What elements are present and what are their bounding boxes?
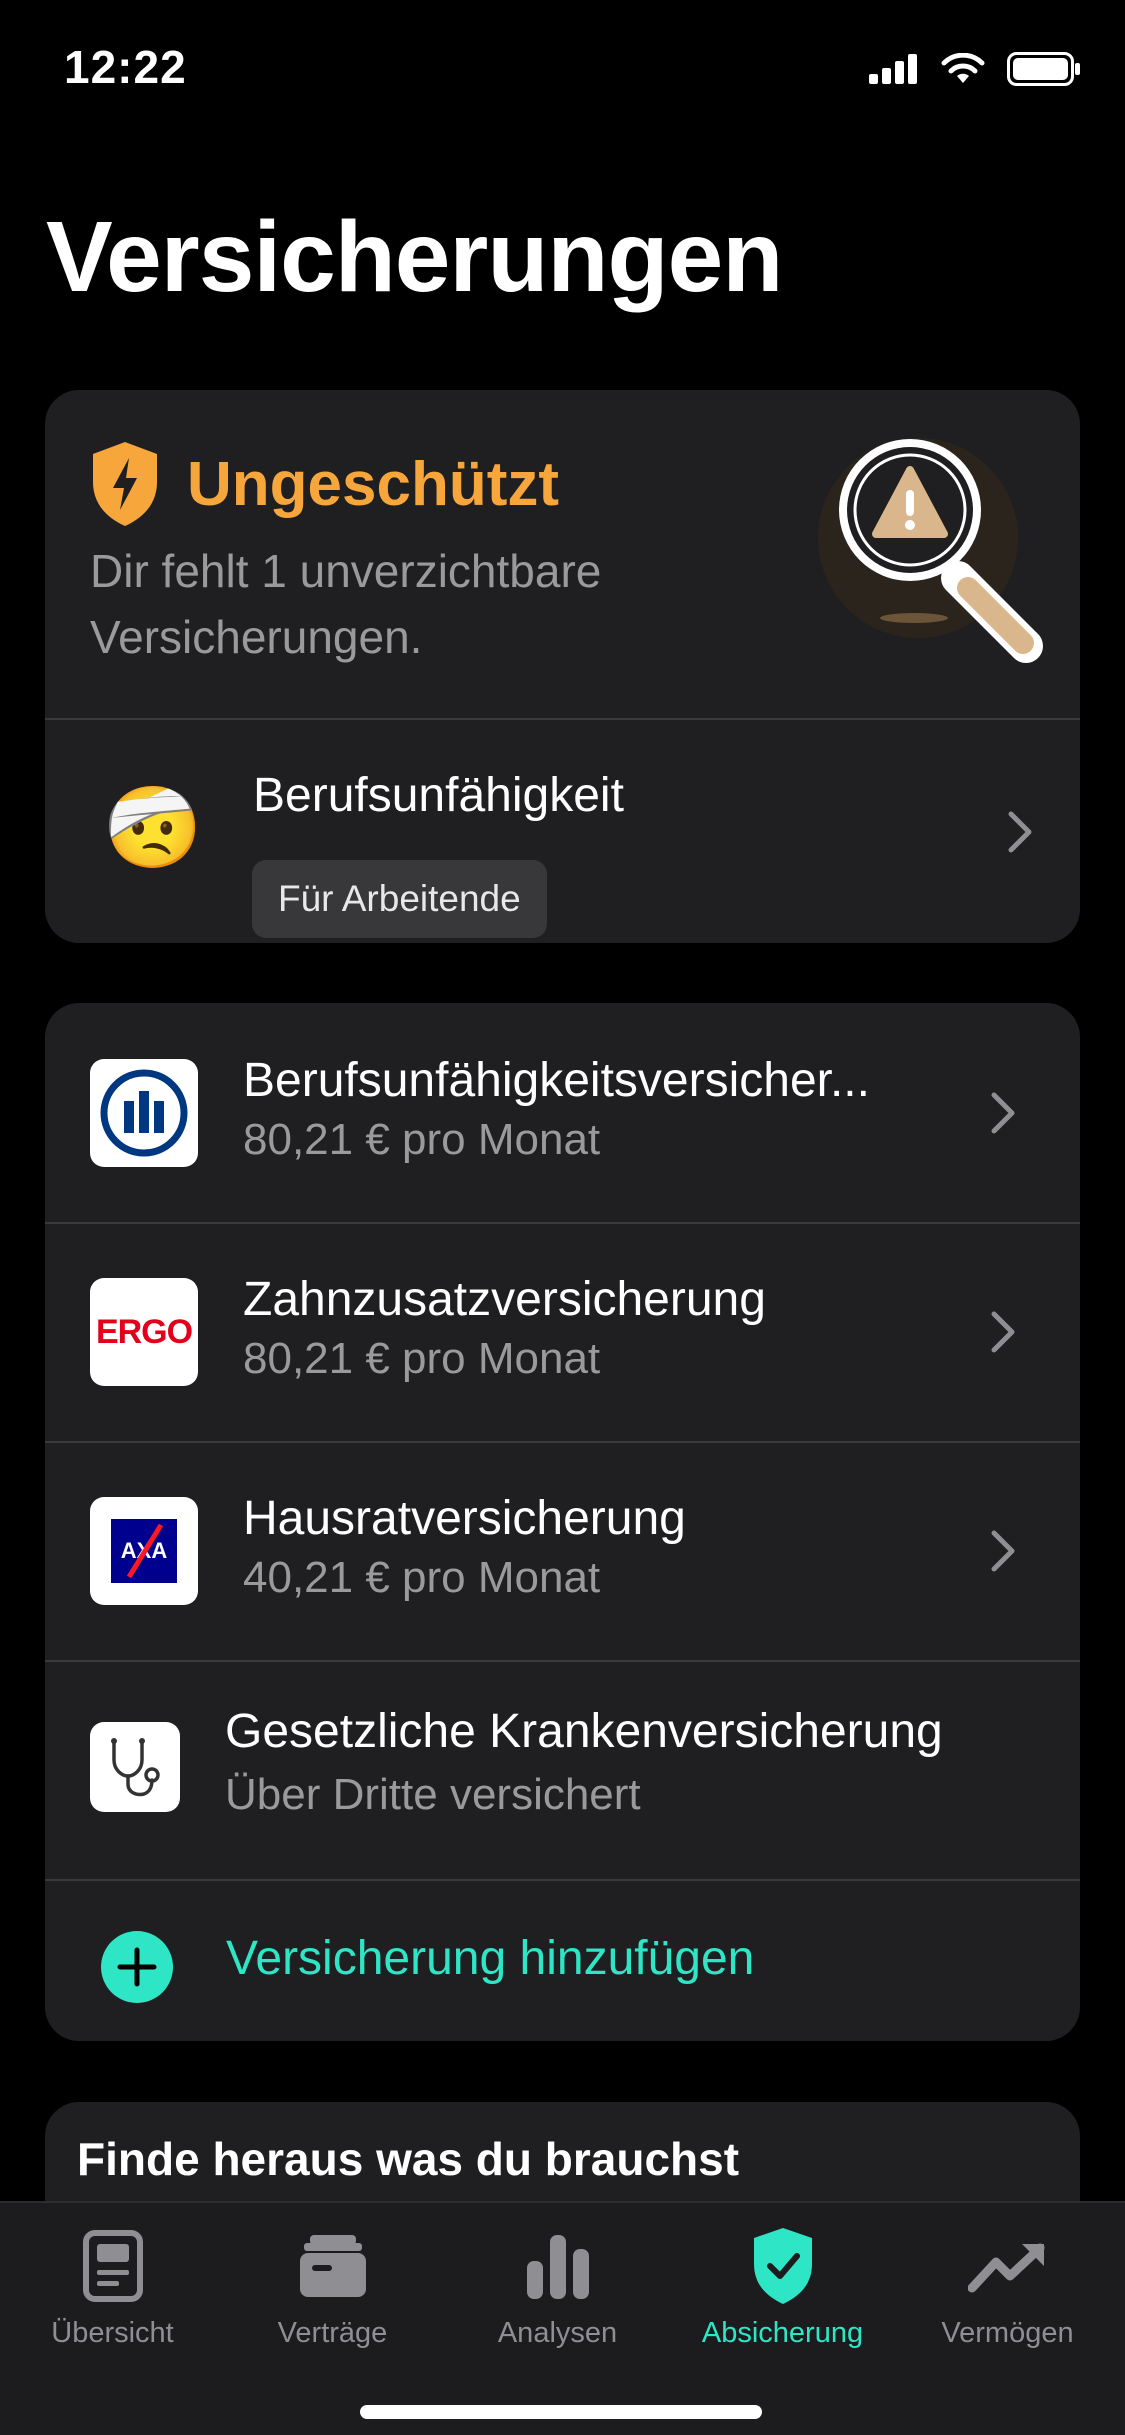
app-screen: 12:22 Versicherungen Ungeschützt Dir feh… (0, 0, 1125, 2435)
insurance-row-berufsunfaehigkeit[interactable]: Berufsunfähigkeitsversicher... 80,21 € p… (45, 1003, 1080, 1222)
protection-description: Dir fehlt 1 unverzichtbare Versicherunge… (90, 545, 602, 663)
status-time: 12:22 (64, 41, 187, 93)
insurance-row-hausrat[interactable]: AXA Hausratversicherung 40,21 € pro Mona… (45, 1441, 1080, 1660)
tab-vertraege[interactable]: Verträge (220, 2221, 445, 2350)
axa-logo: AXA (90, 1497, 198, 1605)
page-title: Versicherungen (46, 201, 783, 313)
overview-icon (82, 2230, 143, 2302)
insurance-row-krankenversicherung[interactable]: Gesetzliche Krankenversicherung Über Dri… (45, 1660, 1080, 1879)
find-out-title: Finde heraus was du brauchst (77, 2133, 740, 2185)
battery-icon (1007, 52, 1080, 86)
missing-insurance-row[interactable]: 🤕 Berufsunfähigkeit Für Arbeitende (45, 720, 1080, 943)
cellular-signal-icon (869, 54, 917, 84)
insurance-price: 80,21 € pro Monat (243, 1334, 601, 1383)
insurance-price: 80,21 € pro Monat (243, 1115, 601, 1164)
insurance-name: Zahnzusatzversicherung (243, 1273, 766, 1326)
home-indicator (360, 2405, 762, 2419)
ergo-logo: ERGO (90, 1278, 198, 1386)
plus-circle-icon (101, 1931, 173, 2003)
magnifier-warning-icon (818, 438, 1043, 663)
chevron-right-icon (991, 1530, 1015, 1572)
protection-status: Ungeschützt (187, 449, 559, 519)
axa-slash-icon (126, 1523, 164, 1579)
insurance-name: Gesetzliche Krankenversicherung (225, 1705, 943, 1758)
chevron-right-icon (991, 1092, 1015, 1134)
target-group-badge: Für Arbeitende (252, 860, 547, 938)
alert-header: Ungeschützt (89, 440, 559, 528)
tab-label: Absicherung (701, 2317, 864, 2349)
insurance-status: Über Dritte versichert (225, 1770, 641, 1819)
shield-lightning-icon (93, 442, 157, 526)
injured-face-emoji: 🤕 (103, 781, 203, 874)
tab-label: Analysen (497, 2317, 618, 2349)
tab-label: Vermögen (941, 2317, 1074, 2349)
protection-status-card: Ungeschützt Dir fehlt 1 unverzichtbare V… (45, 390, 1080, 943)
insurance-name: Berufsunfähigkeitsversicher... (243, 1054, 870, 1107)
tab-analysen[interactable]: Analysen (445, 2221, 670, 2350)
shield-check-icon (753, 2228, 812, 2304)
wifi-icon (941, 53, 985, 83)
tab-uebersicht[interactable]: Übersicht (0, 2221, 225, 2350)
add-insurance-label: Versicherung hinzufügen (226, 1932, 755, 1985)
insurance-price: 40,21 € pro Monat (243, 1553, 601, 1602)
trend-up-icon (967, 2243, 1044, 2293)
stethoscope-logo (90, 1722, 180, 1812)
missing-insurance-title: Berufsunfähigkeit (253, 769, 624, 822)
allianz-icon (100, 1069, 188, 1157)
status-bar: 12:22 (0, 0, 1125, 140)
insurance-row-zahnzusatz[interactable]: ERGO Zahnzusatzversicherung 80,21 € pro … (45, 1222, 1080, 1441)
status-icons (869, 52, 1081, 86)
contracts-icon (299, 2235, 366, 2297)
axa-logo-box: AXA (111, 1519, 177, 1583)
tab-label: Verträge (277, 2317, 388, 2349)
ergo-logo-text: ERGO (95, 1312, 193, 1351)
tab-absicherung[interactable]: Absicherung (670, 2221, 895, 2350)
insurance-list: Berufsunfähigkeitsversicher... 80,21 € p… (45, 1003, 1080, 2041)
chevron-right-icon (991, 1311, 1015, 1353)
chevron-right-icon (1008, 811, 1032, 853)
tab-bar: Übersicht Verträge Analysen Absicherung … (0, 2201, 1125, 2435)
analytics-icon (526, 2235, 589, 2299)
stethoscope-icon (111, 1738, 160, 1797)
allianz-logo (90, 1059, 198, 1167)
add-insurance-button[interactable]: Versicherung hinzufügen (45, 1881, 1080, 2041)
insurance-name: Hausratversicherung (243, 1492, 686, 1545)
tab-vermoegen[interactable]: Vermögen (895, 2221, 1120, 2350)
tab-label: Übersicht (51, 2317, 174, 2349)
